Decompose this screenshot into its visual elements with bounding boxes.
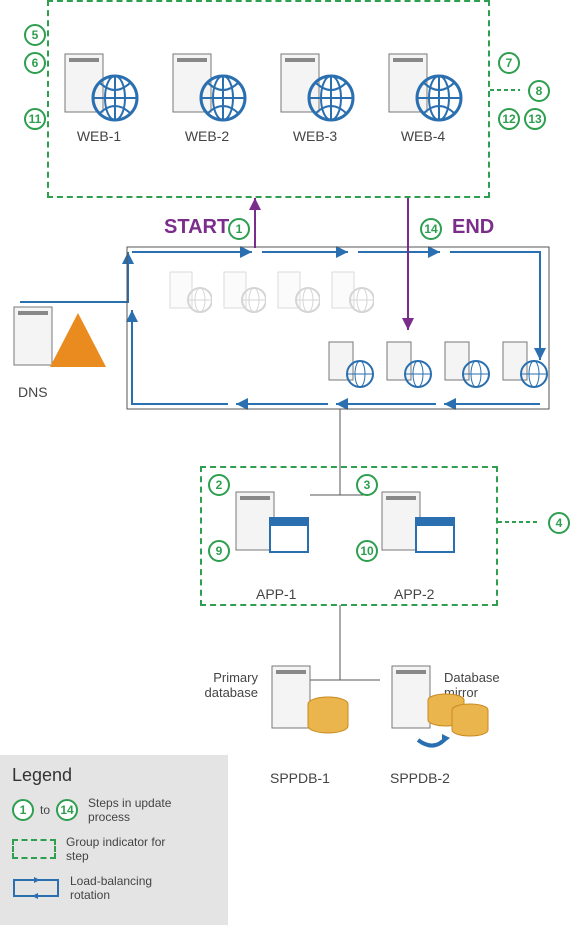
server-globe-icon [383,52,463,122]
server-globe-icon [222,270,266,316]
web-3-label: WEB-3 [293,128,337,144]
server-db-mirror-icon [388,662,498,752]
step-9: 9 [208,540,230,562]
step-8: 8 [528,80,550,102]
db-2-label: SPPDB-2 [390,770,450,786]
web-2: WEB-2 [168,52,246,144]
step-4: 4 [548,512,570,534]
step-13: 13 [524,108,546,130]
server-window-icon [232,490,312,560]
step-2: 2 [208,474,230,496]
server-globe-icon [59,52,139,122]
server-globe-icon [384,340,432,390]
step-5: 5 [24,24,46,46]
dns-node [8,305,108,378]
web-3: WEB-3 [276,52,354,144]
end-label: END [452,216,494,239]
server-globe-icon [326,340,374,390]
server-window-icon [378,490,458,560]
legend-row-rotation: Load-balancing rotation [12,874,216,903]
legend-steps-desc: Steps in update process [88,796,188,825]
legend-title: Legend [12,765,216,786]
start-label: START [164,216,229,239]
app-1-label: APP-1 [256,586,296,602]
legend-step-14: 14 [56,799,78,821]
app-2-label: APP-2 [394,586,434,602]
db-1-label: SPPDB-1 [270,770,330,786]
dns-label: DNS [18,384,48,400]
legend-rotation-icon [12,876,60,900]
step-14: 14 [420,218,442,240]
rotation-out-servers [168,270,374,316]
legend-step-1: 1 [12,799,34,821]
legend-panel: Legend 1 to 14 Steps in update process G… [0,755,228,925]
db-1 [268,662,358,745]
legend-to: to [40,803,50,817]
legend-row-steps: 1 to 14 Steps in update process [12,796,216,825]
web-server-row: WEB-1 WEB-2 WEB-3 [60,52,462,144]
primary-db-label: Primary database [198,670,258,700]
web-4-label: WEB-4 [401,128,445,144]
step-11: 11 [24,108,46,130]
web-2-label: WEB-2 [185,128,229,144]
web-1-label: WEB-1 [77,128,121,144]
server-triangle-icon [8,305,108,375]
step-1: 1 [228,218,250,240]
server-db-icon [268,662,358,742]
db-2 [388,662,498,755]
legend-group-desc: Group indicator for step [66,835,176,864]
web-4: WEB-4 [384,52,462,144]
server-globe-icon [500,340,548,390]
server-globe-icon [442,340,490,390]
step-12: 12 [498,108,520,130]
server-globe-icon [275,52,355,122]
step-7: 7 [498,52,520,74]
app-1 [232,490,312,563]
legend-row-group: Group indicator for step [12,835,216,864]
rotation-in-servers [326,340,548,390]
step-10: 10 [356,540,378,562]
web-1: WEB-1 [60,52,138,144]
app-2 [378,490,458,563]
legend-dash-icon [12,839,56,859]
step-6: 6 [24,52,46,74]
server-globe-icon [276,270,320,316]
step-3: 3 [356,474,378,496]
server-globe-icon [167,52,247,122]
legend-rotation-desc: Load-balancing rotation [70,874,180,903]
server-globe-icon [330,270,374,316]
server-globe-icon [168,270,212,316]
